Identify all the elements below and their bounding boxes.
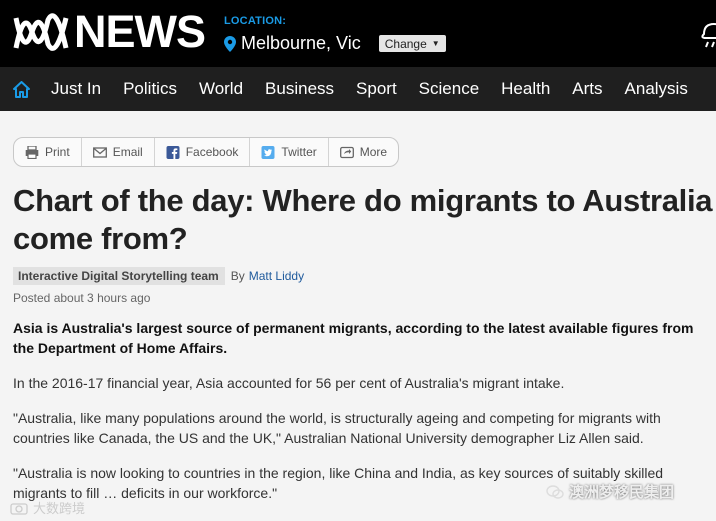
site-header: NEWS LOCATION: Melbourne, Vic Change ▼ — [0, 0, 716, 67]
main-nav: Just In Politics World Business Sport Sc… — [0, 67, 716, 111]
nav-just-in[interactable]: Just In — [51, 79, 101, 99]
location-widget: LOCATION: Melbourne, Vic Change ▼ — [224, 15, 446, 54]
article-title: Chart of the day: Where do migrants to A… — [13, 183, 713, 256]
twitter-icon — [261, 145, 275, 159]
location-pin-icon — [224, 35, 236, 52]
change-location-button[interactable]: Change ▼ — [378, 35, 446, 52]
watermark-right: 澳洲梦移民集团 — [546, 481, 674, 502]
location-label: LOCATION: — [224, 15, 287, 27]
location-city: Melbourne, Vic — [241, 33, 361, 53]
wechat-icon — [546, 484, 564, 499]
watermark-right-text: 澳洲梦移民集团 — [569, 484, 675, 501]
nav-world[interactable]: World — [199, 79, 243, 99]
abc-news-logo[interactable]: NEWS — [12, 6, 206, 57]
nav-business[interactable]: Business — [265, 79, 334, 99]
nav-science[interactable]: Science — [419, 79, 479, 99]
facebook-button[interactable]: Facebook — [155, 138, 251, 166]
more-button[interactable]: More — [329, 138, 398, 166]
posted-time: Posted about 3 hours ago — [13, 291, 151, 305]
article-paragraph: "Australia, like many populations around… — [13, 410, 661, 446]
share-toolbar: Print Email Facebook Twitter More — [13, 137, 400, 167]
nav-analysis[interactable]: Analysis — [625, 79, 688, 99]
home-icon[interactable] — [13, 80, 30, 98]
facebook-icon — [166, 145, 180, 159]
article-paragraph: In the 2016-17 financial year, Asia acco… — [13, 375, 565, 391]
nav-politics[interactable]: Politics — [123, 79, 177, 99]
email-label: Email — [112, 145, 143, 159]
twitter-label: Twitter — [281, 145, 317, 159]
watermark-left-text: 大数跨境 — [33, 501, 86, 516]
change-label: Change — [384, 36, 427, 51]
print-button[interactable]: Print — [14, 138, 82, 166]
by-label: By — [230, 269, 245, 283]
nav-sport[interactable]: Sport — [356, 79, 397, 99]
facebook-label: Facebook — [185, 145, 239, 159]
byline: Interactive Digital Storytelling team By… — [13, 267, 304, 285]
watermark-left: 大数跨境 — [10, 498, 85, 517]
envelope-icon — [92, 146, 107, 158]
author-link[interactable]: Matt Liddy — [249, 269, 304, 283]
nav-health[interactable]: Health — [501, 79, 550, 99]
twitter-button[interactable]: Twitter — [250, 138, 329, 166]
email-button[interactable]: Email — [82, 138, 155, 166]
logo-text: NEWS — [74, 6, 206, 57]
article-lead: Asia is Australia's largest source of pe… — [13, 320, 694, 356]
more-label: More — [359, 145, 388, 159]
print-label: Print — [45, 145, 70, 159]
chevron-down-icon: ▼ — [431, 39, 440, 48]
printer-icon — [25, 145, 39, 159]
nav-arts[interactable]: Arts — [572, 79, 602, 99]
share-more-icon — [339, 146, 354, 158]
camera-icon — [10, 502, 28, 515]
abc-logo-icon — [13, 13, 69, 51]
weather-cloud-icon[interactable] — [700, 14, 716, 52]
team-tag[interactable]: Interactive Digital Storytelling team — [13, 267, 225, 285]
